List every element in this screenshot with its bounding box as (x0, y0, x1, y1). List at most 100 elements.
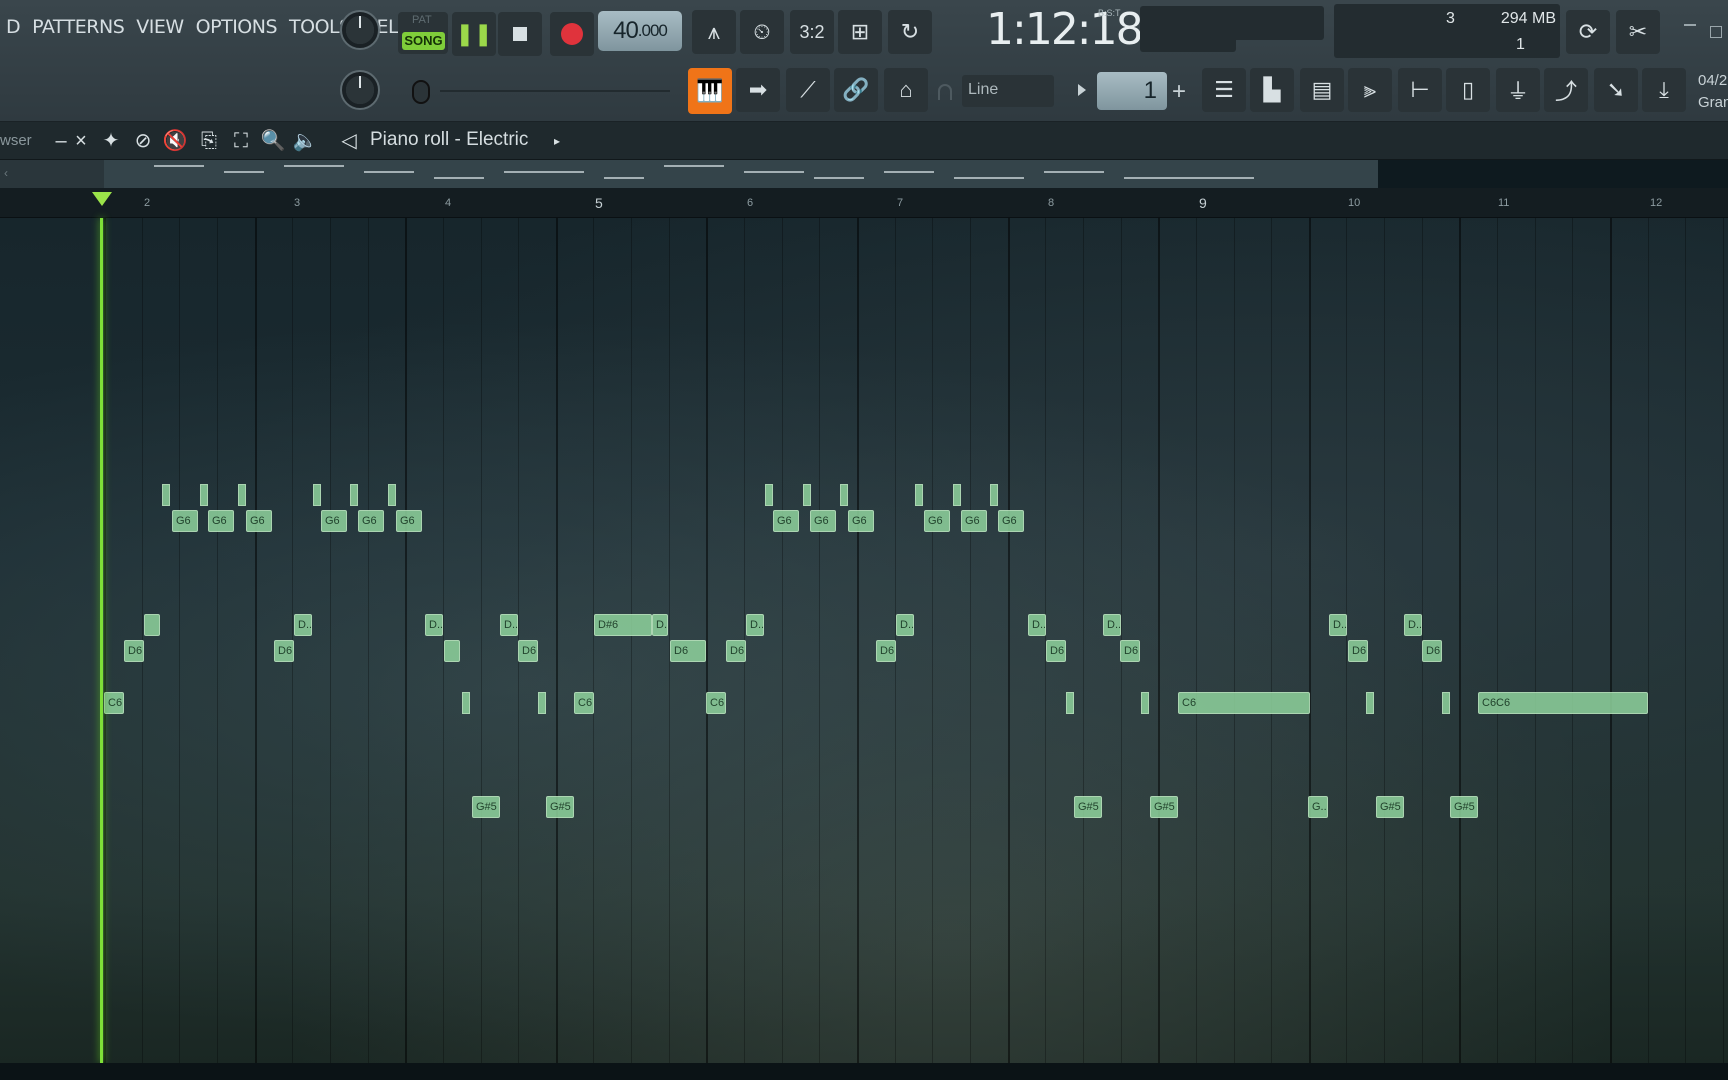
master-volume-knob[interactable] (340, 10, 380, 50)
note-tip[interactable] (350, 484, 358, 506)
note-tip[interactable] (1066, 692, 1074, 714)
note-g6[interactable]: G6 (773, 510, 799, 532)
note-g[interactable]: G... (1308, 796, 1328, 818)
plugin-picker-button[interactable]: ⟋ (786, 68, 830, 112)
piano-roll-grid[interactable]: G6 G6 G6 G6 G6 G6 G6 G6 G6 G6 G6 G6 D...… (0, 218, 1728, 1063)
note-g-sharp-5[interactable]: G#5 (1150, 796, 1178, 818)
note-overview-strip[interactable]: ‹ (0, 160, 1378, 188)
playlist-button[interactable]: ☰ (1202, 68, 1246, 112)
menu-item-view[interactable]: VIEW (130, 16, 189, 44)
step-plus-icon[interactable]: + (1172, 78, 1186, 106)
note-d[interactable]: D... (896, 614, 914, 636)
browser-button[interactable]: ⊢ (1398, 68, 1442, 112)
note-c6-long[interactable]: C6 (1178, 692, 1310, 714)
note-g6[interactable]: G6 (961, 510, 987, 532)
note-g6[interactable]: G6 (924, 510, 950, 532)
record-button[interactable] (550, 12, 594, 56)
zoom-tool-icon[interactable]: 🔍 (260, 128, 286, 154)
note-tip[interactable] (238, 484, 246, 506)
select-tool-icon[interactable]: ⛶ (228, 128, 254, 154)
note-tip[interactable] (462, 692, 470, 714)
note-g-sharp-5[interactable]: G#5 (472, 796, 500, 818)
cut-tool-button[interactable]: ✂ (1616, 10, 1660, 54)
note-d6[interactable]: D6 (1046, 640, 1066, 662)
note-d[interactable]: D... (425, 614, 443, 636)
note-d[interactable] (144, 614, 160, 636)
title-arrow-icon[interactable]: ▸ (544, 128, 570, 154)
note-g6[interactable]: G6 (246, 510, 272, 532)
note-d6[interactable]: D6 (726, 640, 746, 662)
metronome-button[interactable]: ⩚ (692, 10, 736, 54)
note-g6[interactable]: G6 (998, 510, 1024, 532)
note-d[interactable]: D... (1329, 614, 1347, 636)
channel-rack-button[interactable]: ▤ (1300, 68, 1344, 112)
note-d6[interactable]: D6 (1120, 640, 1140, 662)
overview-left-arrow[interactable]: ‹ (4, 166, 8, 180)
mute-tool-icon[interactable]: 🔇 (162, 128, 188, 154)
note-tip[interactable] (388, 484, 396, 506)
piano-roll-button[interactable]: ▙ (1250, 68, 1294, 112)
speaker-icon[interactable]: ◁ (336, 128, 362, 154)
note-tip[interactable] (915, 484, 923, 506)
note-tip[interactable] (162, 484, 170, 506)
note-d[interactable]: D... (1103, 614, 1121, 636)
panel-slider-icon[interactable] (412, 80, 430, 104)
slip-tool-icon[interactable]: ⎘ (196, 128, 222, 154)
play-pause-button[interactable]: ❚❚ (452, 12, 496, 56)
note-g-sharp-5[interactable]: G#5 (1450, 796, 1478, 818)
magic-tool-icon[interactable]: ✦ (98, 128, 124, 154)
note-d6[interactable]: D6 (124, 640, 144, 662)
note-d6[interactable]: D6 (1348, 640, 1368, 662)
note-d[interactable]: D... (500, 614, 518, 636)
menu-item-add[interactable]: D (0, 16, 26, 44)
note-tip[interactable] (1366, 692, 1374, 714)
note-tip[interactable] (538, 692, 546, 714)
playhead-line[interactable] (100, 218, 103, 1063)
note-d6[interactable]: D6 (1422, 640, 1442, 662)
mixer-button[interactable]: ⫸ (1348, 68, 1392, 112)
note-g-sharp-5[interactable]: G#5 (1074, 796, 1102, 818)
note-g6[interactable]: G6 (321, 510, 347, 532)
note-d[interactable]: D... (294, 614, 312, 636)
wait-input-button[interactable]: ⏲ (740, 10, 784, 54)
playback-tool-icon[interactable]: 🔈 (292, 128, 318, 154)
note-d6[interactable] (444, 640, 460, 662)
render-button[interactable]: ➘ (1594, 68, 1638, 112)
step-value-input[interactable]: 1 (1097, 72, 1167, 110)
export-button[interactable]: ⤓ (1642, 68, 1686, 112)
note-c6-long[interactable]: C6C6 (1478, 692, 1648, 714)
note-c6[interactable]: C6 (574, 692, 594, 714)
step-prev-icon[interactable] (1078, 84, 1086, 96)
note-tip[interactable] (1442, 692, 1450, 714)
pat-song-toggle[interactable]: PAT SONG (398, 12, 448, 54)
note-d6[interactable]: D6 (274, 640, 294, 662)
note-d[interactable]: D... (652, 614, 668, 636)
stamp-button[interactable]: ⌂ (884, 68, 928, 112)
note-g6[interactable]: G6 (208, 510, 234, 532)
note-c6[interactable]: C6 (706, 692, 726, 714)
note-g6[interactable]: G6 (396, 510, 422, 532)
menu-item-options[interactable]: OPTIONS (190, 16, 283, 44)
undo-history-button[interactable]: ⟳ (1566, 10, 1610, 54)
browser-close-icon[interactable]: × (68, 128, 94, 154)
piano-roll-title[interactable]: Piano roll - Electric (370, 129, 528, 151)
note-g-sharp-5[interactable]: G#5 (1376, 796, 1404, 818)
countdown-button[interactable]: 3:2 (790, 10, 834, 54)
note-d6[interactable]: D6 (876, 640, 896, 662)
tempo-display[interactable]: 40.000 (598, 11, 682, 51)
note-g6[interactable]: G6 (848, 510, 874, 532)
note-tip[interactable] (1141, 692, 1149, 714)
note-g6[interactable]: G6 (172, 510, 198, 532)
snap-selector[interactable]: Line (962, 75, 1054, 107)
piano-roll-view-button[interactable]: 🎹 (688, 68, 732, 114)
plugin-database-button[interactable]: ⏚ (1496, 68, 1540, 112)
note-d[interactable]: D... (746, 614, 764, 636)
note-g6[interactable]: G6 (358, 510, 384, 532)
timeline-ruler[interactable]: 2 3 4 5 6 7 8 9 10 11 12 (0, 188, 1728, 218)
stop-button[interactable] (498, 12, 542, 56)
note-d6[interactable]: D6 (670, 640, 706, 662)
loop-record-button[interactable]: ↻ (888, 10, 932, 54)
delete-tool-icon[interactable]: ⊘ (130, 128, 156, 154)
note-d6[interactable]: D6 (518, 640, 538, 662)
note-tip[interactable] (803, 484, 811, 506)
